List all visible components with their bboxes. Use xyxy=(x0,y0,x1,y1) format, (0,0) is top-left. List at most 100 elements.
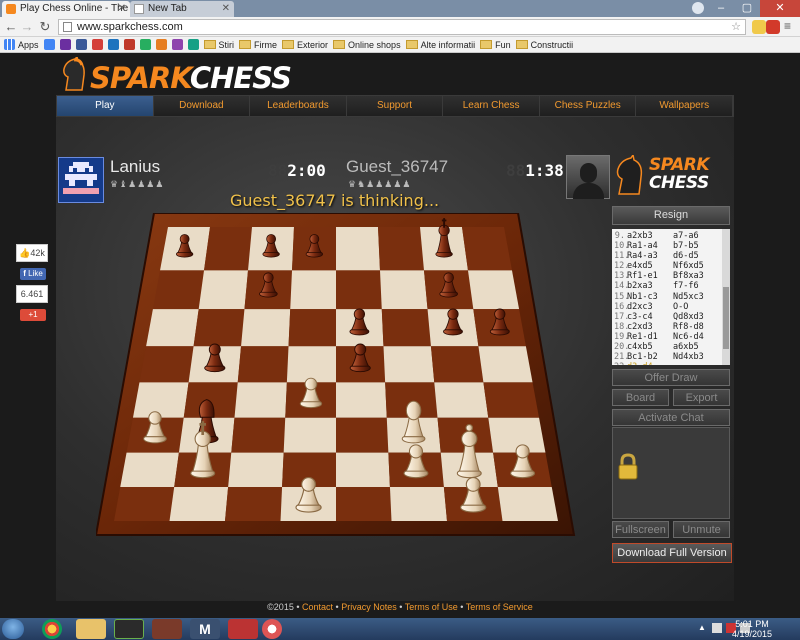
chess-board[interactable] xyxy=(96,213,576,553)
bookmark-item[interactable] xyxy=(187,39,199,50)
move-row[interactable]: 9. a2xb3 a7-a6 xyxy=(614,231,730,241)
menu-item-play[interactable]: Play xyxy=(57,96,154,116)
menu-item-chess-puzzles[interactable]: Chess Puzzles xyxy=(540,96,637,116)
bookmark-folder[interactable]: Constructii xyxy=(515,40,573,50)
user-profile-icon[interactable] xyxy=(692,2,704,14)
board-square[interactable] xyxy=(283,417,336,453)
board-square[interactable] xyxy=(336,417,389,453)
chrome-taskbar-icon[interactable] xyxy=(42,619,62,639)
board-square[interactable] xyxy=(336,452,390,488)
tray-arrow-icon[interactable]: ▲ xyxy=(698,623,708,633)
board-square[interactable] xyxy=(430,346,484,383)
board-square[interactable] xyxy=(132,382,189,418)
board-square[interactable] xyxy=(204,227,252,271)
board-square[interactable] xyxy=(336,487,392,521)
nvidia-taskbar-icon[interactable] xyxy=(114,619,144,639)
board-square[interactable] xyxy=(286,346,336,383)
board-square[interactable] xyxy=(290,270,336,310)
board-style-button[interactable]: Board Style xyxy=(612,389,669,421)
bookmark-star-icon[interactable]: ☆ xyxy=(731,20,741,34)
board-square[interactable] xyxy=(389,487,447,521)
board-square[interactable] xyxy=(120,452,179,488)
bookmark-item[interactable] xyxy=(155,39,167,50)
bookmark-item[interactable] xyxy=(123,39,135,50)
privacy-notes-link[interactable]: Privacy Notes xyxy=(341,602,397,612)
extension-icon[interactable] xyxy=(752,20,766,34)
board-square[interactable] xyxy=(462,227,512,271)
download-full-version-button[interactable]: Download Full Version xyxy=(612,543,732,563)
bookmark-item[interactable] xyxy=(43,39,55,50)
move-row[interactable]: 18. c2xd3 Rf8-d8 xyxy=(614,322,730,332)
explorer-taskbar-icon[interactable] xyxy=(76,619,106,639)
tray-icon[interactable] xyxy=(712,623,722,633)
board-square[interactable] xyxy=(383,346,435,383)
bookmark-folder[interactable]: Exterior xyxy=(282,40,328,50)
board-square[interactable] xyxy=(379,270,428,310)
board-square[interactable] xyxy=(169,487,229,521)
bookmark-item[interactable] xyxy=(91,39,103,50)
close-window-icon[interactable]: ✕ xyxy=(760,0,800,17)
export-pgn-button[interactable]: Export PGN xyxy=(673,389,730,421)
bookmark-item[interactable] xyxy=(171,39,183,50)
menu-item-download[interactable]: Download xyxy=(154,96,251,116)
board-square[interactable] xyxy=(467,270,520,310)
board-square[interactable] xyxy=(234,382,287,418)
activate-chat-button[interactable]: Activate Chat xyxy=(612,409,730,426)
unmute-button[interactable]: Unmute xyxy=(673,521,730,538)
move-row[interactable]: 15. Nb1-c3 Nd5xc3 xyxy=(614,292,730,302)
tab-sparkchess[interactable]: Play Chess Online - The P ✕ xyxy=(2,1,130,29)
bookmark-item[interactable] xyxy=(107,39,119,50)
bookmark-item[interactable] xyxy=(139,39,151,50)
bookmark-folder[interactable]: Online shops xyxy=(333,40,401,50)
board-square[interactable] xyxy=(237,346,289,383)
move-row[interactable]: 21. Bc1-b2 Nd4xb3 xyxy=(614,352,730,362)
menu-item-wallpapers[interactable]: Wallpapers xyxy=(636,96,734,116)
maximize-icon[interactable]: ▢ xyxy=(734,0,760,17)
back-arrow-icon[interactable]: ← xyxy=(4,19,18,35)
google-plus-button[interactable]: +1 xyxy=(20,309,46,321)
board-square[interactable] xyxy=(336,382,387,418)
board-square[interactable] xyxy=(381,309,431,347)
minimize-icon[interactable]: – xyxy=(708,0,734,17)
resign-button[interactable]: Resign xyxy=(612,206,730,225)
menu-item-leaderboards[interactable]: Leaderboards xyxy=(250,96,347,116)
move-row[interactable]: 12. e4xd5 Nf6xd5 xyxy=(614,261,730,271)
bookmark-folder[interactable]: Fun xyxy=(480,40,511,50)
taskbar-clock[interactable]: 5:01 PM 4/19/2015 xyxy=(732,619,772,639)
bookmark-folder[interactable]: Firme xyxy=(239,40,277,50)
close-tab-icon[interactable]: ✕ xyxy=(222,1,230,16)
board-square[interactable] xyxy=(336,270,382,310)
adblock-icon[interactable] xyxy=(766,20,780,34)
bookmark-item[interactable] xyxy=(75,39,87,50)
offer-draw-button[interactable]: Offer Draw xyxy=(612,369,730,386)
board-square[interactable] xyxy=(483,382,540,418)
board-square[interactable] xyxy=(434,382,489,418)
board-square[interactable] xyxy=(336,227,380,271)
move-row[interactable]: 13. Rf1-e1 Bf8xa3 xyxy=(614,271,730,281)
board-square[interactable] xyxy=(152,270,205,310)
board-square[interactable] xyxy=(198,270,249,310)
bookmark-item[interactable] xyxy=(59,39,71,50)
move-list[interactable]: 9. a2xb3 a7-a6 10. Ra1-a4 b7-b5 11. Ra4-a3 d6-d5… xyxy=(612,229,730,365)
move-list-scrollbar[interactable] xyxy=(722,229,730,365)
board-square[interactable] xyxy=(497,487,558,521)
board-square[interactable] xyxy=(228,452,284,488)
bookmark-folder[interactable]: Stiri xyxy=(203,40,234,50)
reload-icon[interactable]: ↻ xyxy=(38,19,52,35)
forward-arrow-icon[interactable]: → xyxy=(20,19,34,35)
scrollbar-thumb[interactable] xyxy=(723,287,729,349)
move-row[interactable]: 11. Ra4-a3 d6-d5 xyxy=(614,251,730,261)
app-taskbar-icon[interactable] xyxy=(152,619,182,639)
close-tab-icon[interactable]: ✕ xyxy=(118,1,126,16)
menu-item-learn-chess[interactable]: Learn Chess xyxy=(443,96,540,116)
menu-hamburger-icon[interactable]: ≡ xyxy=(784,20,798,34)
globe-taskbar-icon[interactable] xyxy=(262,619,282,639)
terms-of-use-link[interactable]: Terms of Use xyxy=(405,602,458,612)
terms-of-service-link[interactable]: Terms of Service xyxy=(466,602,533,612)
board-square[interactable] xyxy=(114,487,175,521)
board-square[interactable] xyxy=(193,309,245,347)
move-row[interactable]: 16. d2xc3 O-O xyxy=(614,302,730,312)
fullscreen-button[interactable]: Fullscreen xyxy=(612,521,669,538)
move-row[interactable]: 17. c3-c4 Qd8xd3 xyxy=(614,312,730,322)
pdf-taskbar-icon[interactable] xyxy=(228,619,258,639)
